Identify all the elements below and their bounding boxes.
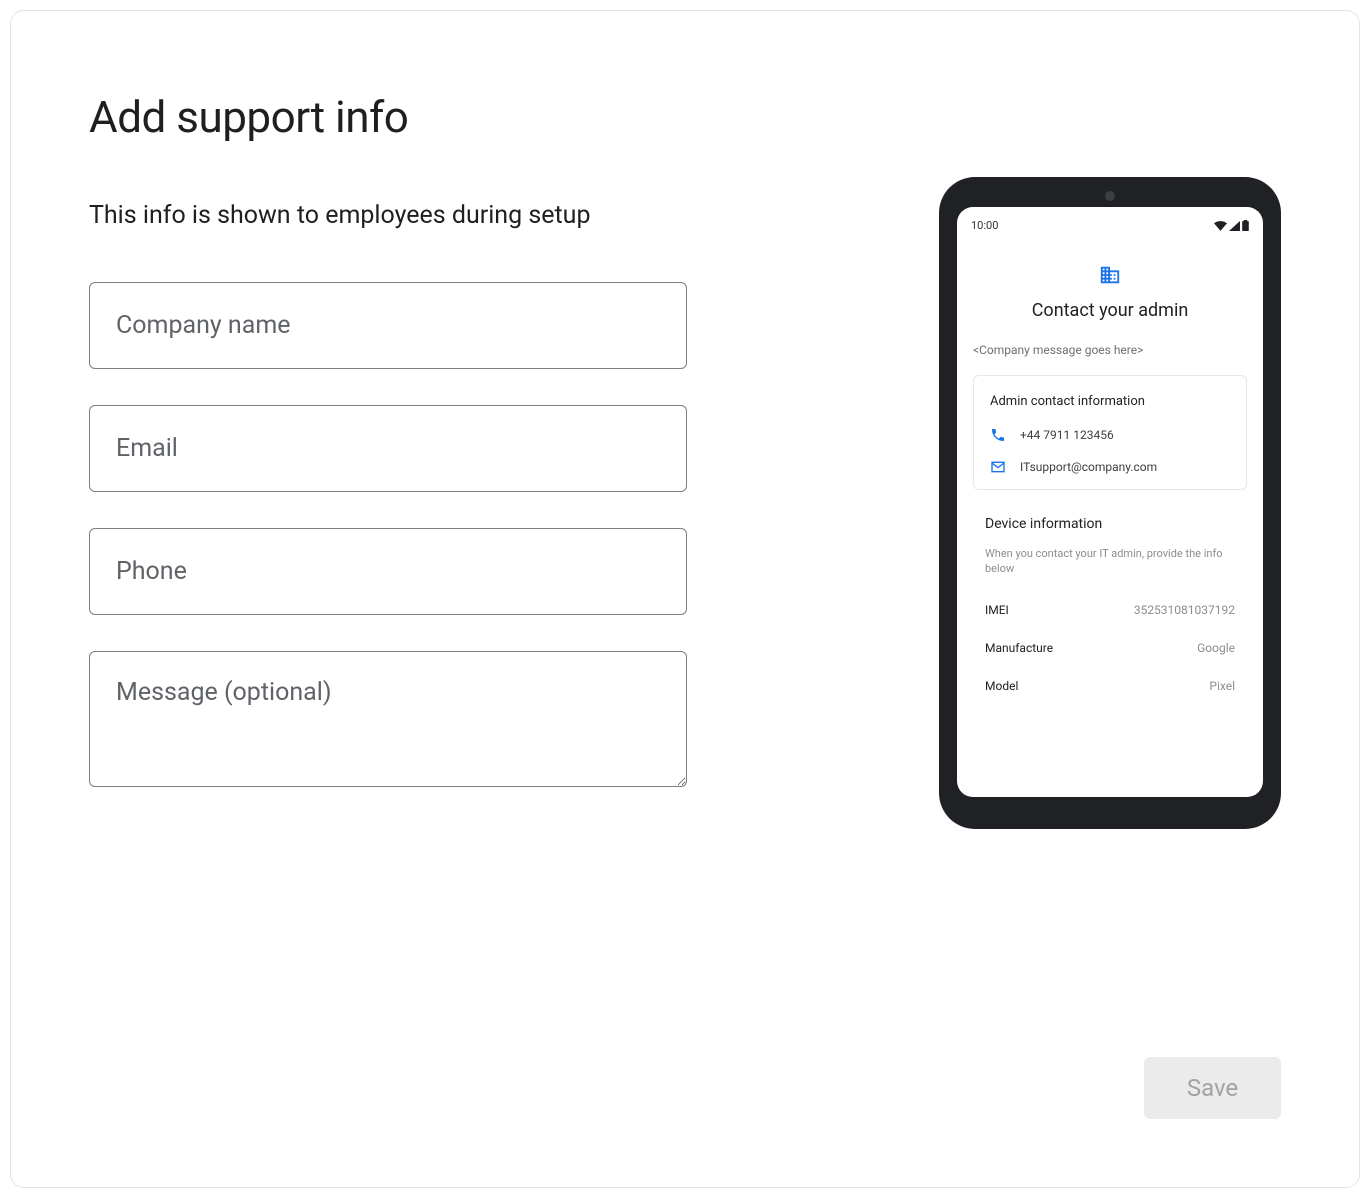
wifi-icon — [1214, 221, 1227, 231]
save-button[interactable]: Save — [1144, 1057, 1281, 1119]
message-textarea[interactable] — [89, 651, 687, 787]
page-title: Add support info — [89, 91, 1281, 143]
preview-title: Contact your admin — [973, 300, 1247, 321]
preview-company-message: <Company message goes here> — [973, 343, 1247, 357]
battery-icon — [1242, 220, 1249, 231]
device-info-section: Device information When you contact your… — [973, 516, 1247, 693]
device-imei-label: IMEI — [985, 603, 1009, 617]
phone-content: Contact your admin <Company message goes… — [971, 264, 1249, 693]
building-icon — [1099, 264, 1121, 286]
support-info-card: Add support info This info is shown to e… — [10, 10, 1360, 1188]
device-info-desc: When you contact your IT admin, provide … — [985, 546, 1235, 577]
phone-input[interactable] — [89, 528, 687, 615]
admin-phone-row: +44 7911 123456 — [990, 427, 1230, 443]
device-model-value: Pixel — [1209, 679, 1235, 693]
device-imei-row: IMEI 352531081037192 — [985, 603, 1235, 617]
phone-clock: 10:00 — [971, 219, 998, 232]
company-name-input[interactable] — [89, 282, 687, 369]
phone-status-bar: 10:00 — [971, 219, 1249, 232]
admin-email-row: ITsupport@company.com — [990, 459, 1230, 475]
device-manufacture-row: Manufacture Google — [985, 641, 1235, 655]
phone-frame: 10:00 Contact your admin <Company mess — [939, 177, 1281, 829]
phone-preview-column: 10:00 Contact your admin <Company mess — [939, 177, 1281, 829]
email-icon — [990, 459, 1006, 475]
device-manufacture-value: Google — [1197, 641, 1235, 655]
device-imei-value: 352531081037192 — [1134, 603, 1235, 617]
admin-email-value: ITsupport@company.com — [1020, 460, 1157, 474]
signal-icon — [1229, 221, 1240, 231]
admin-contact-card: Admin contact information +44 7911 12345… — [973, 375, 1247, 490]
admin-contact-title: Admin contact information — [990, 394, 1230, 409]
device-model-row: Model Pixel — [985, 679, 1235, 693]
phone-status-icons — [1214, 220, 1249, 231]
phone-screen: 10:00 Contact your admin <Company mess — [957, 207, 1263, 797]
page-subtitle: This info is shown to employees during s… — [89, 201, 687, 230]
device-manufacture-label: Manufacture — [985, 641, 1053, 655]
device-info-title: Device information — [985, 516, 1235, 532]
admin-phone-value: +44 7911 123456 — [1020, 428, 1114, 442]
phone-camera-dot — [1105, 191, 1115, 201]
form-column: This info is shown to employees during s… — [89, 201, 687, 791]
phone-icon — [990, 427, 1006, 443]
main-row: This info is shown to employees during s… — [89, 201, 1281, 829]
device-model-label: Model — [985, 679, 1018, 693]
email-input[interactable] — [89, 405, 687, 492]
